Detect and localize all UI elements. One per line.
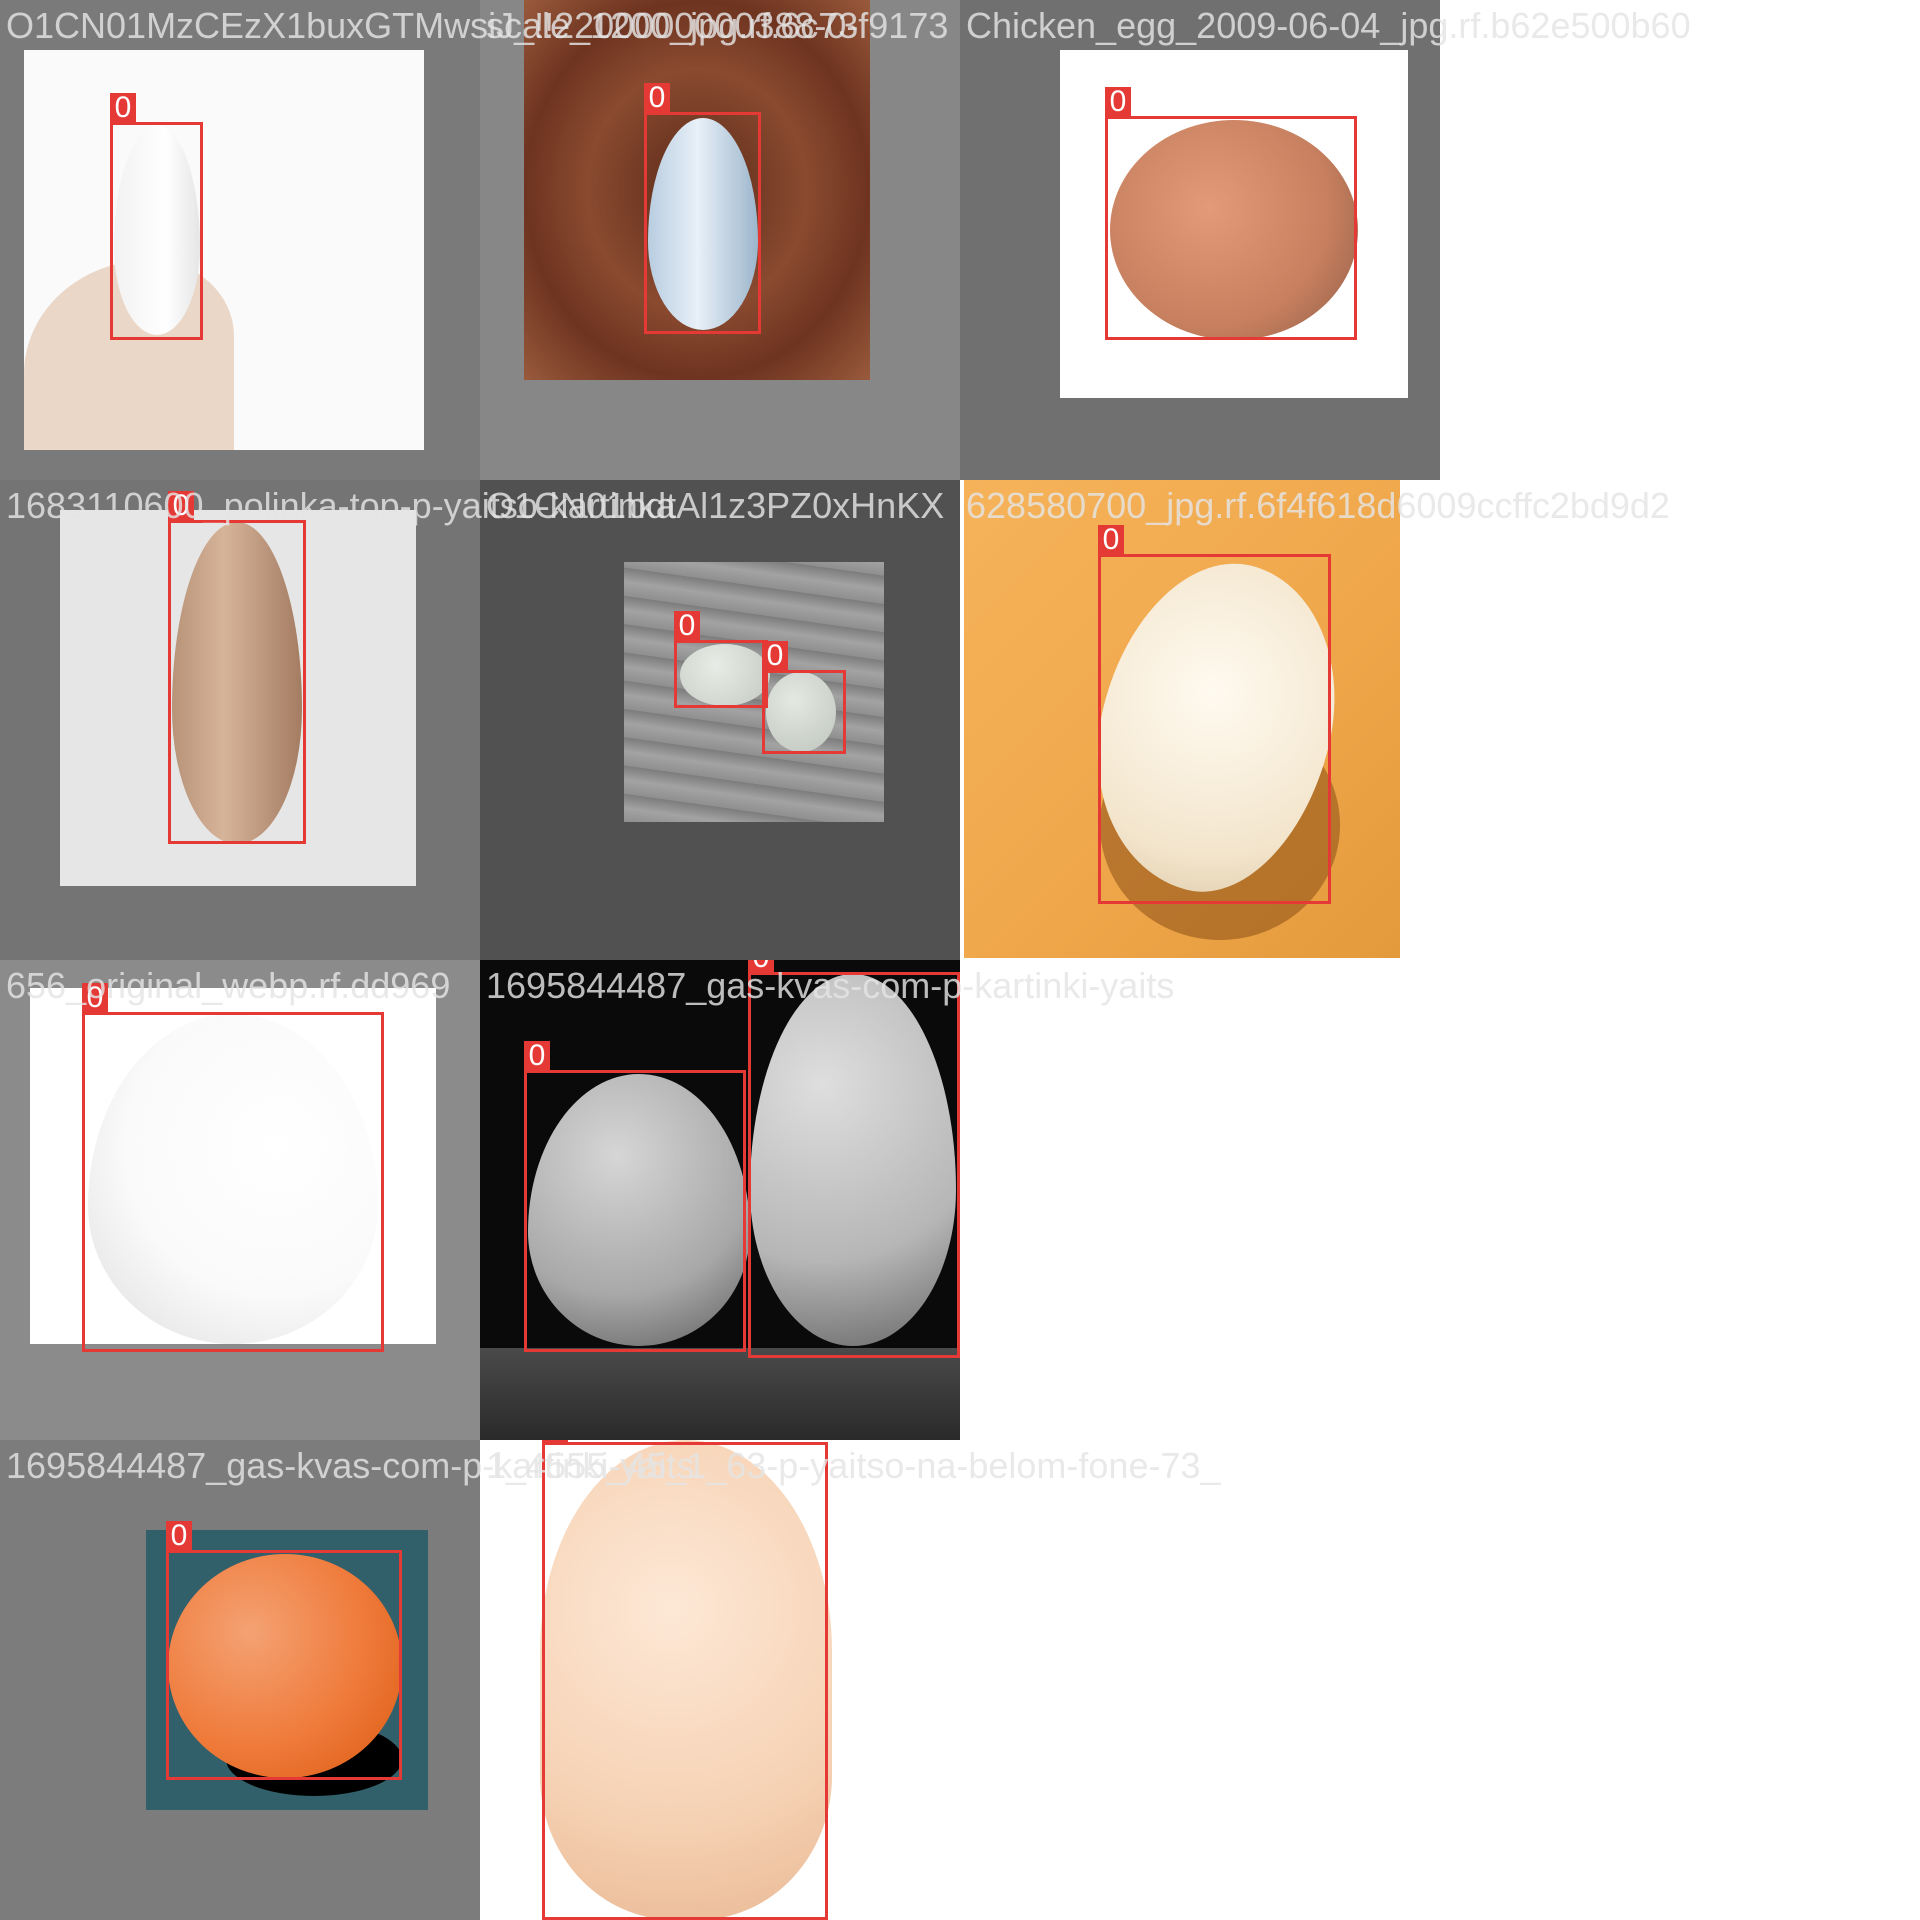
class-label: 0 [524,1041,550,1071]
mosaic-tile-10: 0 [480,1440,960,1920]
detection-box: 0 [82,983,384,1352]
detection-box: 0 [748,960,960,1358]
detection-box: 0 [168,491,306,844]
image-caption: Chicken_egg_2009-06-04_jpg.rf.b62e500b60 [966,5,1691,46]
mosaic-tile-9: 0 [0,1440,480,1920]
mosaic-tile-3: 0 [960,0,1440,480]
detection-box: 0 [674,611,768,708]
image-caption: 1695844487_gas-kvas-com-p-kartinki-yaits [486,965,1175,1006]
detection-box: 0 [1098,525,1331,904]
class-label: 0 [166,1521,192,1551]
mosaic-tile-8: 0 0 [480,960,960,1440]
detection-box: 0 [524,1041,746,1352]
class-label: 0 [1098,525,1124,555]
detection-box: 0 [762,641,846,754]
image-caption: 1_4555_45_1_63-p-yaitso-na-belom-fone-73… [486,1445,1221,1486]
detection-box: 0 [542,1440,828,1920]
mosaic-tile-6: 0 [960,480,1440,960]
class-label: 0 [644,83,670,113]
class-label: 0 [110,93,136,123]
image-caption: 628580700_jpg.rf.6f4f618d6009ccffc2bd9d2 [966,485,1670,526]
class-label: 0 [542,1440,568,1443]
table-surface [480,1348,960,1440]
image-caption: scale_1200_jpg.rf.6c73f9173 [486,5,949,46]
class-label: 0 [762,641,788,671]
detection-box: 0 [644,83,761,334]
mosaic-tile-4: 0 [0,480,480,960]
detection-box: 0 [110,93,203,340]
photo-hand-holding-egg [24,50,424,450]
mosaic-tile-1: 0 [0,0,480,480]
mosaic-tile-2: 0 [480,0,960,480]
mosaic-tile-7: 0 [0,960,480,1440]
mosaic-tile-5: 0 0 [480,480,960,960]
image-caption: 656_original_webp.rf.dd969 [6,965,451,1006]
detection-box: 0 [166,1521,402,1780]
class-label: 0 [1105,87,1131,117]
detection-box: 0 [1105,87,1357,340]
class-label: 0 [674,611,700,641]
image-caption: O1CN01bdtAl1z3PZ0xHnKX [486,485,945,526]
